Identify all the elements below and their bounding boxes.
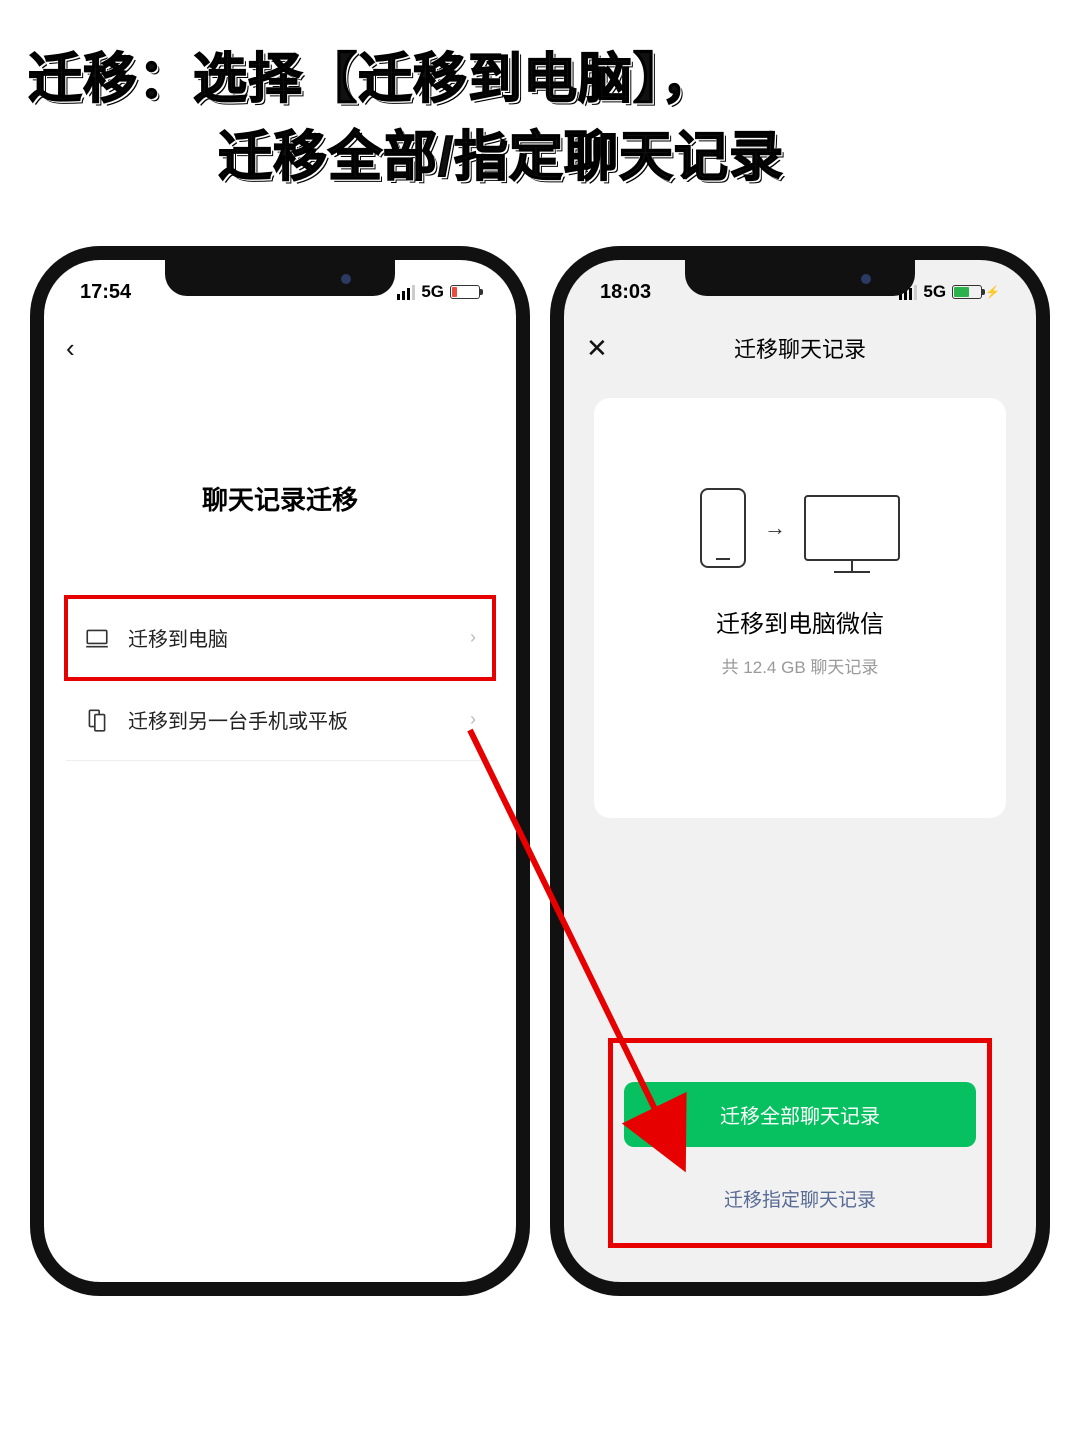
option-label: 迁移到电脑 — [128, 623, 470, 652]
option-migrate-to-computer[interactable]: 迁移到电脑 › — [66, 597, 494, 679]
card-title: 迁移到电脑微信 — [614, 604, 986, 639]
battery-icon — [450, 285, 480, 299]
phone-mockup-right: 18:03 5G ⚡ ✕ 迁移聊天记录 → — [550, 246, 1050, 1296]
close-button[interactable]: ✕ — [586, 333, 608, 364]
charging-bolt-icon: ⚡ — [985, 285, 1000, 299]
nav-bar: ‹ — [44, 320, 516, 376]
card-subtitle: 共 12.4 GB 聊天记录 — [614, 653, 986, 678]
signal-icon — [397, 285, 415, 300]
status-time: 18:03 — [600, 281, 651, 304]
option-label: 迁移到另一台手机或平板 — [128, 705, 470, 734]
devices-illustration: → — [614, 488, 986, 568]
back-button[interactable]: ‹ — [66, 333, 75, 364]
battery-charging-icon — [952, 285, 982, 299]
network-label: 5G — [923, 282, 946, 302]
headline-line2: 迁移全部/指定聊天记录 — [28, 118, 784, 196]
phone-notch — [685, 260, 915, 296]
option-migrate-to-device[interactable]: 迁移到另一台手机或平板 › — [66, 679, 494, 761]
arrow-right-icon: → — [764, 515, 786, 541]
phone-icon — [700, 488, 746, 568]
device-icon — [84, 707, 110, 733]
status-time: 17:54 — [80, 281, 131, 304]
computer-icon — [84, 625, 110, 651]
migrate-all-button[interactable]: 迁移全部聊天记录 — [624, 1082, 976, 1147]
network-label: 5G — [421, 282, 444, 302]
phone-mockup-left: 17:54 5G ‹ 聊天记录迁移 迁移到电脑 › — [30, 246, 530, 1296]
monitor-icon — [804, 495, 900, 561]
migrate-selected-link[interactable]: 迁移指定聊天记录 — [624, 1175, 976, 1222]
nav-bar: ✕ 迁移聊天记录 — [564, 320, 1036, 376]
migrate-card: → 迁移到电脑微信 共 12.4 GB 聊天记录 — [594, 398, 1006, 818]
headline-line1: 迁移：选择【迁移到电脑】， — [28, 49, 716, 109]
instruction-headline: 迁移：选择【迁移到电脑】， 迁移全部/指定聊天记录 — [28, 40, 1052, 197]
chevron-right-icon: › — [470, 627, 476, 648]
page-title: 聊天记录迁移 — [66, 480, 494, 517]
phone-notch — [165, 260, 395, 296]
chevron-right-icon: › — [470, 709, 476, 730]
nav-title: 迁移聊天记录 — [734, 332, 866, 364]
